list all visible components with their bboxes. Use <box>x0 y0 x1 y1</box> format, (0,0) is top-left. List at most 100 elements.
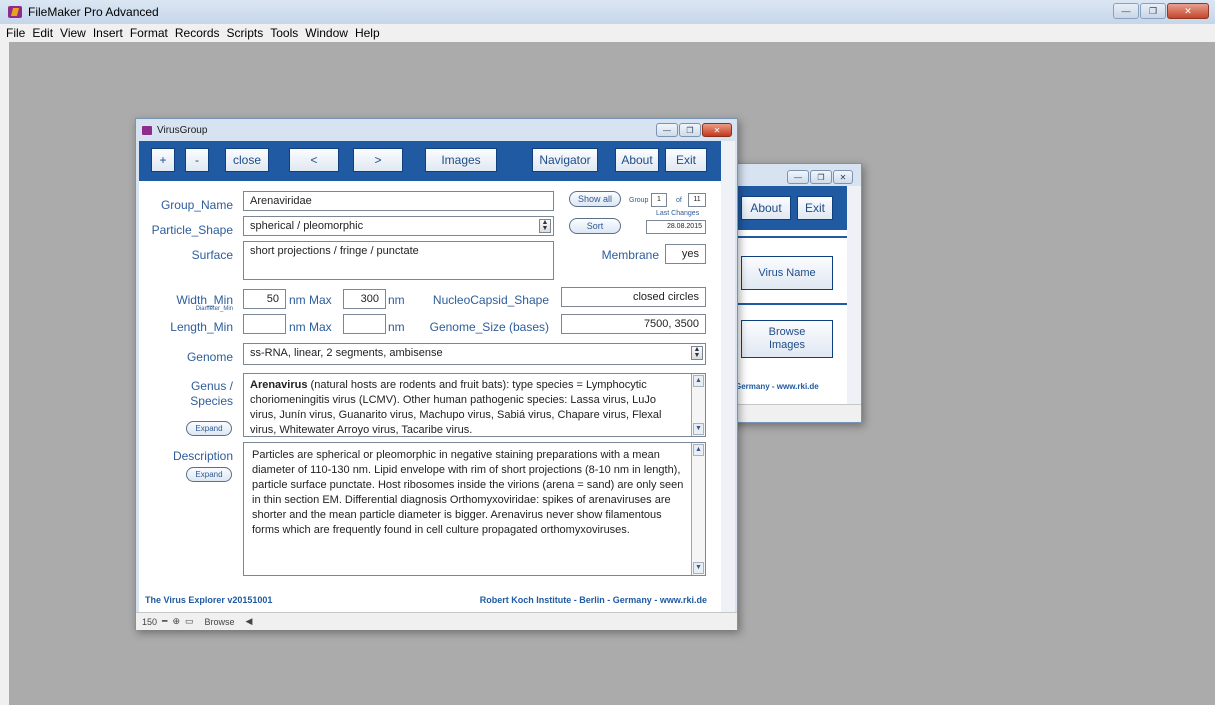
genome-size-label: Genome_Size (bases) <box>429 320 549 334</box>
length-min-field[interactable] <box>243 314 286 334</box>
description-field[interactable]: Particles are spherical or pleomorphic i… <box>243 442 706 576</box>
scroll-up-icon[interactable]: ▲ <box>693 444 704 456</box>
minimize-icon[interactable]: — <box>656 123 678 137</box>
window-vertical-scrollbar[interactable] <box>721 141 735 613</box>
length-nm-max-label: nm Max <box>289 320 332 334</box>
genome-size-field[interactable]: 7500, 3500 <box>561 314 706 334</box>
last-changes-field: 28.08.2015 <box>646 220 706 234</box>
menu-scripts[interactable]: Scripts <box>227 26 264 40</box>
app-title: FileMaker Pro Advanced <box>28 5 159 19</box>
sort-button[interactable]: Sort <box>569 218 621 234</box>
previous-record-button[interactable]: < <box>289 148 339 172</box>
surface-label: Surface <box>191 248 233 262</box>
genome-field[interactable]: ss-RNA, linear, 2 segments, ambisense ▲ ▼ <box>243 343 706 365</box>
nucleocapsid-shape-label: NucleoCapsid_Shape <box>432 293 549 307</box>
menu-tools[interactable]: Tools <box>270 26 298 40</box>
restore-icon[interactable]: ❐ <box>679 123 701 137</box>
institute-footer: Robert Koch Institute - Berlin - Germany… <box>479 595 707 605</box>
exit-button[interactable]: Exit <box>665 148 707 172</box>
window-titlebar[interactable]: VirusGroup <box>136 119 737 141</box>
group-label: Group <box>629 197 649 204</box>
about-button[interactable]: About <box>615 148 659 172</box>
new-record-button[interactable]: + <box>151 148 175 172</box>
description-text: Particles are spherical or pleomorphic i… <box>252 449 684 536</box>
browse-images-button[interactable]: Browse Images <box>741 320 833 358</box>
description-label: Description <box>172 449 233 463</box>
window-controls: — ❐ ✕ <box>656 123 732 137</box>
scroll-up-icon[interactable]: ▲ <box>693 375 704 387</box>
toggle-status-area-icon[interactable]: ▭ <box>185 616 194 627</box>
menu-edit[interactable]: Edit <box>32 26 53 40</box>
expand-genus-button[interactable]: Expand <box>186 421 232 436</box>
virus-name-button[interactable]: Virus Name <box>741 256 833 290</box>
membrane-field[interactable]: yes <box>665 244 706 264</box>
menu-format[interactable]: Format <box>130 26 168 40</box>
length-nm-label: nm <box>388 320 405 334</box>
workspace-left-edge <box>0 42 9 705</box>
nav-toolbar: + - close < > Images Navigator About Exi… <box>139 141 721 179</box>
dropdown-spinner-icon[interactable]: ▲ ▼ <box>691 346 703 360</box>
genus-name: Arenavirus <box>250 379 308 391</box>
genus-species-field[interactable]: Arenavirus (natural hosts are rodents an… <box>243 373 706 437</box>
group-name-field[interactable]: Arenaviridae <box>243 191 554 211</box>
delete-record-button[interactable]: - <box>185 148 209 172</box>
exit-button[interactable]: Exit <box>797 196 833 220</box>
width-nm-max-label: nm Max <box>289 293 332 307</box>
close-icon[interactable]: ✕ <box>1167 3 1209 19</box>
minimize-icon[interactable]: — <box>1113 3 1139 19</box>
next-record-button[interactable]: > <box>353 148 403 172</box>
close-button[interactable]: close <box>225 148 269 172</box>
expand-description-button[interactable]: Expand <box>186 467 232 482</box>
back-divider-1 <box>735 236 847 238</box>
menu-window[interactable]: Window <box>305 26 348 40</box>
close-icon[interactable]: ✕ <box>702 123 732 137</box>
restore-icon[interactable]: ❐ <box>810 170 832 184</box>
menu-records[interactable]: Records <box>175 26 220 40</box>
back-window-controls: — ❐ ✕ <box>787 170 853 184</box>
length-max-field[interactable] <box>343 314 386 334</box>
menu-insert[interactable]: Insert <box>93 26 123 40</box>
particle-shape-field[interactable]: spherical / pleomorphic ▲ ▼ <box>243 216 554 236</box>
zoom-in-icon[interactable]: ⊕ <box>172 616 180 627</box>
dropdown-spinner-icon[interactable]: ▲ ▼ <box>539 219 551 233</box>
filemaker-logo-icon <box>8 6 22 18</box>
app-title-bar: FileMaker Pro Advanced — ❐ ✕ <box>0 0 1215 24</box>
zoom-out-icon[interactable]: ━ <box>162 616 167 627</box>
genus-scrollbar[interactable]: ▲ ▼ <box>691 374 705 436</box>
scroll-down-icon[interactable]: ▼ <box>693 562 704 574</box>
images-button[interactable]: Images <box>425 148 497 172</box>
scroll-left-icon[interactable]: ◀ <box>246 616 253 627</box>
width-min-field[interactable]: 50 <box>243 289 286 309</box>
genome-label: Genome <box>186 350 233 364</box>
about-button[interactable]: About <box>741 196 791 220</box>
back-divider-2 <box>735 303 847 305</box>
zoom-level[interactable]: 150 <box>142 617 157 627</box>
layout-content: + - close < > Images Navigator About Exi… <box>139 141 721 613</box>
app-version-footer: The Virus Explorer v20151001 <box>145 595 273 605</box>
genus-species-label: Genus / Species <box>190 379 233 408</box>
menu-file[interactable]: File <box>6 26 25 40</box>
show-all-button[interactable]: Show all <box>569 191 621 207</box>
width-min-label: Width_Min <box>176 293 233 307</box>
width-nm-label: nm <box>388 293 405 307</box>
menu-help[interactable]: Help <box>355 26 380 40</box>
group-number-field[interactable]: 1 <box>651 193 667 207</box>
nucleocapsid-shape-field[interactable]: closed circles <box>561 287 706 307</box>
window-title: VirusGroup <box>157 124 208 136</box>
group-total-field: 11 <box>688 193 706 207</box>
length-min-label: Length_Min <box>170 320 233 334</box>
particle-shape-value: spherical / pleomorphic <box>250 220 364 232</box>
menu-view[interactable]: View <box>60 26 86 40</box>
virusgroup-window: VirusGroup — ❐ ✕ + - close < > Images Na… <box>135 118 738 630</box>
description-scrollbar[interactable]: ▲ ▼ <box>691 443 705 575</box>
close-icon[interactable]: ✕ <box>833 170 853 184</box>
restore-icon[interactable]: ❐ <box>1140 3 1166 19</box>
width-max-field[interactable]: 300 <box>343 289 386 309</box>
of-label: of <box>676 197 682 204</box>
scroll-down-icon[interactable]: ▼ <box>693 423 704 435</box>
mode-indicator[interactable]: Browse <box>205 617 235 627</box>
surface-field[interactable]: short projections / fringe / punctate <box>243 241 554 280</box>
back-window-scrollbar[interactable] <box>847 186 861 406</box>
minimize-icon[interactable]: — <box>787 170 809 184</box>
navigator-button[interactable]: Navigator <box>532 148 598 172</box>
